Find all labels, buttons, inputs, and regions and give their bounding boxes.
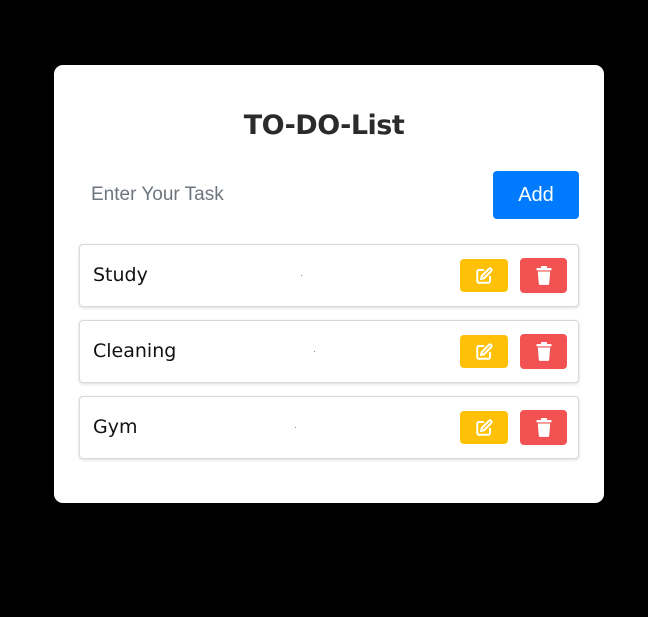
edit-button[interactable] (460, 335, 508, 368)
task-label: Cleaning (93, 340, 177, 362)
edit-button[interactable] (460, 259, 508, 292)
list-item: Study (79, 244, 579, 307)
trash-icon (536, 418, 552, 437)
page-title: TO-DO-List (243, 110, 405, 141)
add-button[interactable]: Add (493, 171, 579, 219)
task-label: Study (93, 264, 148, 286)
trash-icon (536, 266, 552, 285)
trash-icon (536, 342, 552, 361)
task-list: Study Cleaning Gym (79, 244, 579, 472)
delete-button[interactable] (520, 258, 567, 293)
divider-dot (314, 351, 315, 352)
delete-button[interactable] (520, 334, 567, 369)
list-item: Cleaning (79, 320, 579, 383)
task-label: Gym (93, 416, 138, 438)
edit-icon (475, 342, 493, 361)
delete-button[interactable] (520, 410, 567, 445)
task-input[interactable] (79, 171, 479, 219)
task-input-row: Add (79, 171, 579, 219)
list-item: Gym (79, 396, 579, 459)
divider-dot (295, 427, 296, 428)
edit-icon (475, 266, 493, 285)
divider-dot (301, 275, 302, 276)
edit-icon (475, 418, 493, 437)
edit-button[interactable] (460, 411, 508, 444)
